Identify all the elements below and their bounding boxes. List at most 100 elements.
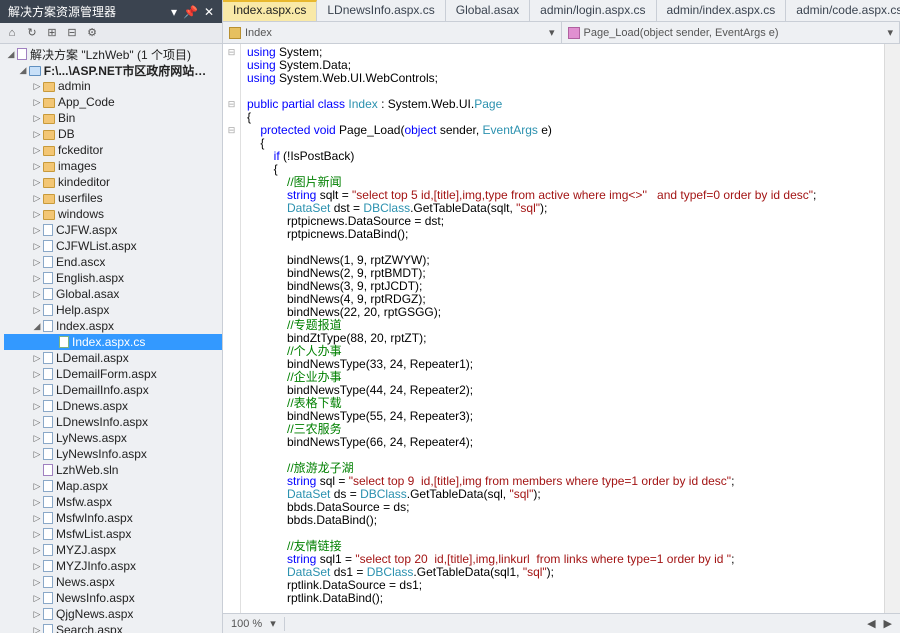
member-dropdown[interactable]: Page_Load(object sender, EventArgs e) ▾ [562, 22, 900, 43]
expander-icon[interactable]: ◢ [18, 65, 28, 76]
expander-icon[interactable]: ▷ [32, 481, 42, 492]
tree-item[interactable]: ▷Search.aspx [4, 622, 222, 633]
tree-item[interactable]: ▷LDnewsInfo.aspx [4, 414, 222, 430]
expander-icon[interactable]: ▷ [32, 193, 42, 204]
expander-icon[interactable]: ▷ [32, 545, 42, 556]
expander-icon[interactable]: ◢ [6, 49, 16, 60]
code-editor[interactable]: ⊟⊟⊟ using System; using System.Data; usi… [223, 44, 900, 613]
vertical-scrollbar[interactable] [884, 44, 900, 613]
expander-icon[interactable]: ▷ [32, 593, 42, 604]
tree-item[interactable]: ▷App_Code [4, 94, 222, 110]
close-icon[interactable]: ✕ [204, 5, 214, 19]
dropdown-icon[interactable]: ▾ [171, 5, 177, 19]
scroll-right-icon[interactable]: ▶ [884, 617, 892, 630]
expander-icon[interactable]: ▷ [32, 209, 42, 220]
folder-icon [43, 210, 55, 220]
tree-item[interactable]: ▷images [4, 158, 222, 174]
tree-item[interactable]: ▷News.aspx [4, 574, 222, 590]
show-all-icon[interactable]: ⊞ [44, 25, 60, 41]
tree-item[interactable]: ▷LDemailForm.aspx [4, 366, 222, 382]
expander-icon[interactable]: ▷ [32, 177, 42, 188]
code-content[interactable]: using System; using System.Data; using S… [241, 44, 884, 613]
tree-item[interactable]: ▷Global.asax [4, 286, 222, 302]
tree-item[interactable]: ▷End.ascx [4, 254, 222, 270]
expander-icon[interactable]: ▷ [32, 577, 42, 588]
expander-icon[interactable]: ◢ [32, 321, 42, 332]
expander-icon[interactable]: ▷ [32, 129, 42, 140]
scroll-left-icon[interactable]: ◀ [867, 617, 875, 630]
tree-item[interactable]: ▷Map.aspx [4, 478, 222, 494]
document-tab[interactable]: admin/login.aspx.cs [530, 0, 656, 21]
expander-icon[interactable]: ▷ [32, 609, 42, 620]
tree-item[interactable]: ▷Bin [4, 110, 222, 126]
refresh-icon[interactable]: ↻ [24, 25, 40, 41]
tree-item[interactable]: ▷MsfwList.aspx [4, 526, 222, 542]
expander-icon[interactable]: ▷ [32, 369, 42, 380]
expander-icon[interactable]: ▷ [32, 273, 42, 284]
tree-item[interactable]: ▷LyNewsInfo.aspx [4, 446, 222, 462]
expander-icon[interactable]: ▷ [32, 113, 42, 124]
properties-icon[interactable]: ⚙ [84, 25, 100, 41]
expander-icon[interactable]: ▷ [32, 161, 42, 172]
expander-icon[interactable]: ▷ [32, 449, 42, 460]
expander-icon[interactable]: ▷ [32, 625, 42, 633]
tree-item[interactable]: LzhWeb.sln [4, 462, 222, 478]
zoom-level[interactable]: 100 % [231, 618, 262, 630]
expander-icon[interactable]: ▷ [32, 305, 42, 316]
expander-icon[interactable]: ▷ [32, 385, 42, 396]
tree-item[interactable]: ◢Index.aspx [4, 318, 222, 334]
expander-icon[interactable]: ▷ [32, 97, 42, 108]
tree-item[interactable]: ▷English.aspx [4, 270, 222, 286]
tree-item[interactable]: ▷DB [4, 126, 222, 142]
document-tab[interactable]: Global.asax [446, 0, 530, 21]
tree-item[interactable]: Index.aspx.cs [4, 334, 222, 350]
tree-item[interactable]: ▷admin [4, 78, 222, 94]
document-tab[interactable]: Index.aspx.cs [223, 0, 317, 21]
project-root[interactable]: ◢ F:\...\ASP.NET市区政府网站源码\ [4, 62, 222, 78]
expander-icon[interactable]: ▷ [32, 417, 42, 428]
document-tab[interactable]: LDnewsInfo.aspx.cs [317, 0, 445, 21]
expander-icon[interactable]: ▷ [32, 81, 42, 92]
document-tab[interactable]: admin/index.aspx.cs [657, 0, 787, 21]
expander-icon[interactable]: ▷ [32, 433, 42, 444]
pin-icon[interactable]: 📌 [183, 5, 198, 19]
expander-icon[interactable]: ▷ [32, 497, 42, 508]
solution-tree[interactable]: ◢ 解决方案 "LzhWeb" (1 个项目) ◢ F:\...\ASP.NET… [0, 44, 222, 633]
tree-item[interactable]: ▷kindeditor [4, 174, 222, 190]
expander-icon[interactable]: ▷ [32, 241, 42, 252]
tree-item[interactable]: ▷LyNews.aspx [4, 430, 222, 446]
tree-item[interactable]: ▷CJFWList.aspx [4, 238, 222, 254]
document-tab[interactable]: admin/code.aspx.cs [786, 0, 900, 21]
tree-item[interactable]: ▷QjgNews.aspx [4, 606, 222, 622]
outline-gutter[interactable]: ⊟⊟⊟ [223, 44, 241, 613]
expander-icon[interactable]: ▷ [32, 353, 42, 364]
tree-item[interactable]: ▷LDnews.aspx [4, 398, 222, 414]
folder-icon [43, 130, 55, 140]
expander-icon[interactable]: ▷ [32, 513, 42, 524]
tree-item[interactable]: ▷Msfw.aspx [4, 494, 222, 510]
tree-item[interactable]: ▷windows [4, 206, 222, 222]
tree-item[interactable]: ▷fckeditor [4, 142, 222, 158]
tree-item[interactable]: ▷MYZJInfo.aspx [4, 558, 222, 574]
tree-item[interactable]: ▷Help.aspx [4, 302, 222, 318]
tree-item[interactable]: ▷CJFW.aspx [4, 222, 222, 238]
expander-icon[interactable]: ▷ [32, 145, 42, 156]
tree-item[interactable]: ▷LDemailInfo.aspx [4, 382, 222, 398]
tree-item[interactable]: ▷MsfwInfo.aspx [4, 510, 222, 526]
expander-icon[interactable]: ▷ [32, 529, 42, 540]
expander-icon[interactable]: ▷ [32, 225, 42, 236]
expander-icon[interactable]: ▷ [32, 257, 42, 268]
tree-item[interactable]: ▷userfiles [4, 190, 222, 206]
tree-item[interactable]: ▷MYZJ.aspx [4, 542, 222, 558]
collapse-icon[interactable]: ⊟ [64, 25, 80, 41]
method-icon [568, 27, 580, 39]
chevron-down-icon[interactable]: ▾ [270, 617, 276, 630]
expander-icon[interactable]: ▷ [32, 561, 42, 572]
tree-item[interactable]: ▷LDemail.aspx [4, 350, 222, 366]
expander-icon[interactable]: ▷ [32, 289, 42, 300]
home-icon[interactable]: ⌂ [4, 25, 20, 41]
tree-item[interactable]: ▷NewsInfo.aspx [4, 590, 222, 606]
expander-icon[interactable]: ▷ [32, 401, 42, 412]
solution-root[interactable]: ◢ 解决方案 "LzhWeb" (1 个项目) [4, 46, 222, 62]
type-dropdown[interactable]: Index ▾ [223, 22, 562, 43]
